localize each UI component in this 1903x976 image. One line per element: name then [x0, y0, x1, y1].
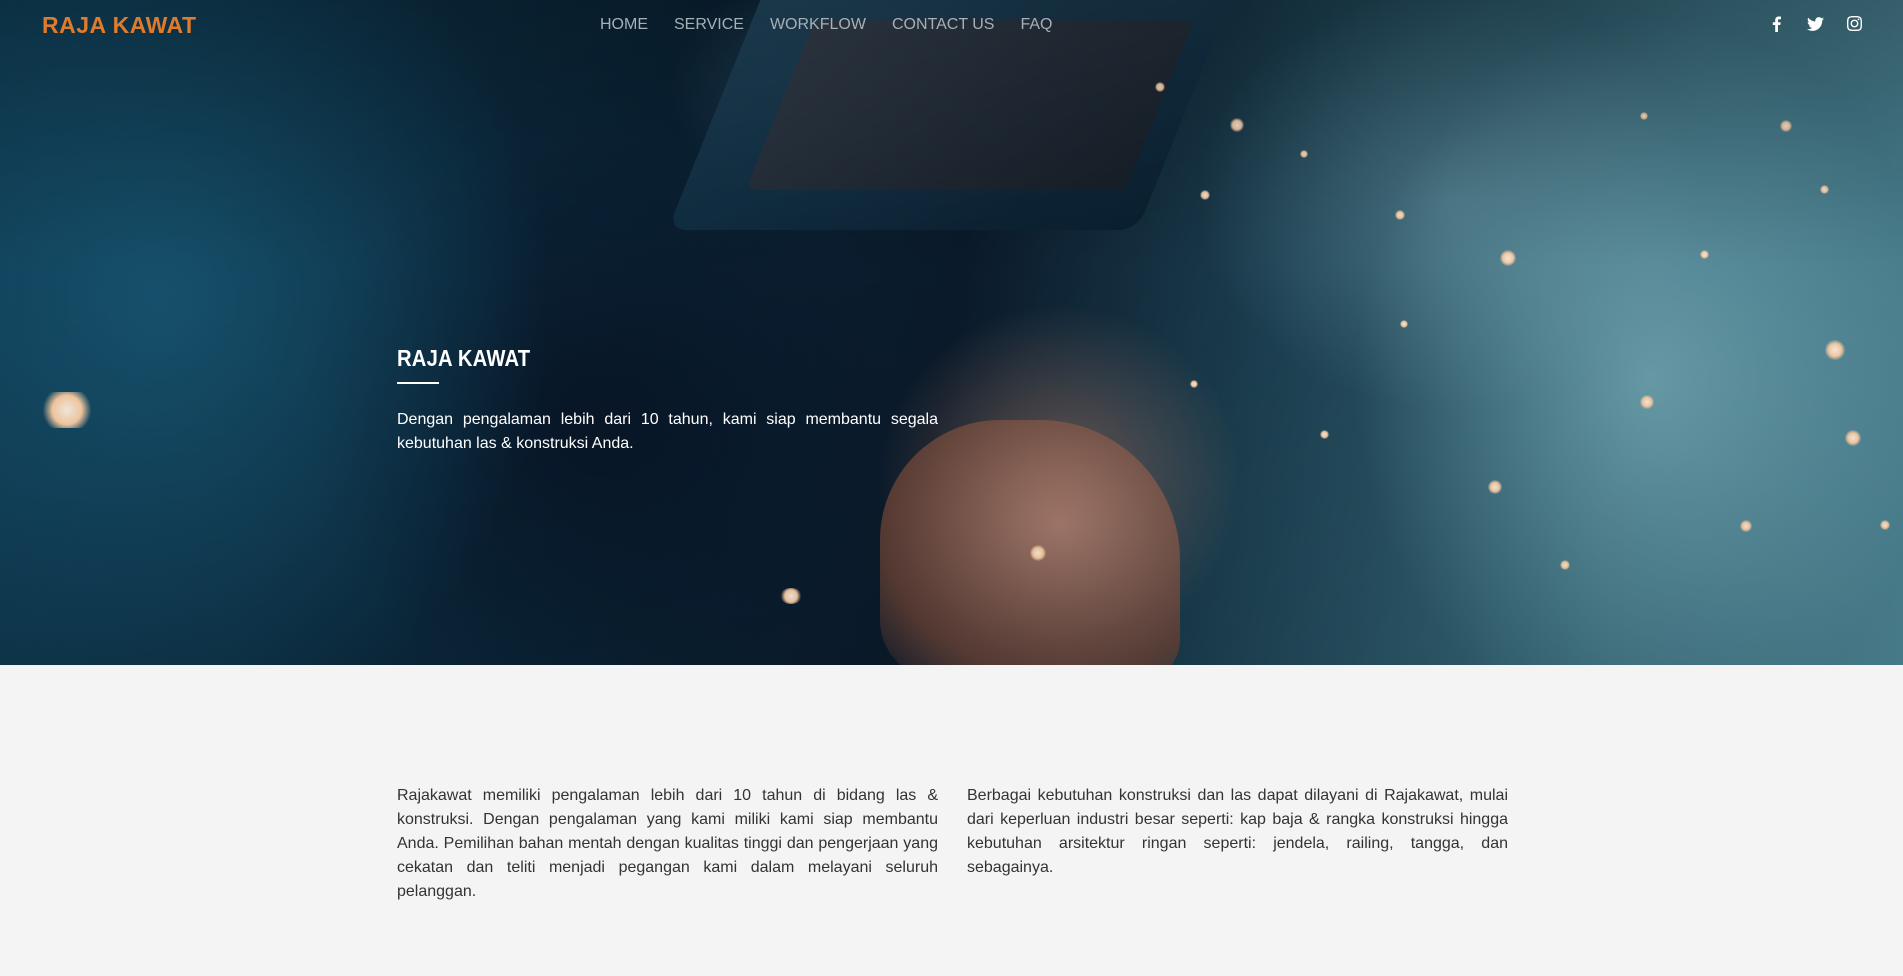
social-links [1768, 15, 1863, 32]
nav-link-contact-us[interactable]: CONTACT US [892, 16, 995, 34]
nav-link-home[interactable]: HOME [600, 16, 648, 34]
hero-divider [397, 382, 439, 384]
hero-section: RAJA KAWAT HOME SERVICE WORKFLOW CONTACT… [0, 0, 1903, 665]
nav-menu: HOME SERVICE WORKFLOW CONTACT US FAQ [600, 16, 1053, 34]
facebook-icon[interactable] [1768, 15, 1785, 32]
twitter-icon[interactable] [1807, 15, 1824, 32]
hero-content: RAJA KAWAT Dengan pengalaman lebih dari … [397, 345, 938, 456]
about-text-left: Rajakawat memiliki pengalaman lebih dari… [397, 787, 938, 900]
hero-overlay [0, 0, 1903, 665]
instagram-icon[interactable] [1846, 15, 1863, 32]
hero-title: RAJA KAWAT [397, 345, 531, 371]
nav-link-workflow[interactable]: WORKFLOW [770, 16, 866, 34]
hero-description: Dengan pengalaman lebih dari 10 tahun, k… [397, 411, 938, 452]
navbar: RAJA KAWAT HOME SERVICE WORKFLOW CONTACT… [0, 0, 1903, 50]
nav-link-service[interactable]: SERVICE [674, 16, 744, 34]
brand-logo[interactable]: RAJA KAWAT [42, 12, 197, 39]
about-section: Rajakawat memiliki pengalaman lebih dari… [0, 665, 1903, 976]
about-text-right: Berbagai kebutuhan konstruksi dan las da… [967, 787, 1508, 876]
nav-link-faq[interactable]: FAQ [1020, 16, 1052, 34]
